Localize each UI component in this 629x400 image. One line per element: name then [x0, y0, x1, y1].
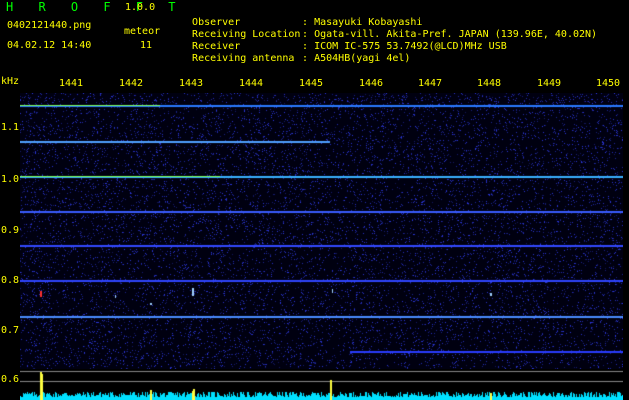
- freq-tick-label: 0.9: [1, 225, 20, 236]
- freq-tick-label: 0.6: [1, 374, 20, 385]
- minute-tick-label: 1446: [359, 78, 384, 89]
- freq-unit-label: kHz: [1, 76, 20, 87]
- minute-tick-label: 1447: [418, 78, 443, 89]
- info-label: Receiving antenna: [192, 53, 295, 64]
- minute-tick-label: 1442: [119, 78, 144, 89]
- freq-tick-label: 0.8: [1, 275, 20, 286]
- info-row-antenna: Receiving antenna : A504HB(yagi 4el): [180, 41, 410, 65]
- meteor-count: 11: [140, 40, 153, 51]
- info-value: : A504HB(yagi 4el): [302, 53, 411, 64]
- minute-tick-label: 1448: [477, 78, 502, 89]
- minute-tick-label: 1449: [537, 78, 562, 89]
- freq-tick-label: 1.0: [1, 174, 20, 185]
- minute-tick-label: 1441: [59, 78, 84, 89]
- timestamp: 04.02.12 14:40: [7, 40, 92, 51]
- meteor-label: meteor: [124, 26, 161, 37]
- spectrogram-canvas: [20, 93, 623, 369]
- amplitude-strip: [20, 369, 623, 400]
- minute-tick-label: 1445: [299, 78, 324, 89]
- freq-tick-label: 1.1: [1, 122, 20, 133]
- minute-tick-label: 1443: [179, 78, 204, 89]
- freq-tick-label: 0.7: [1, 325, 20, 336]
- app-title: H R O F F T: [6, 0, 185, 14]
- file-name: 0402121440.png: [7, 20, 92, 31]
- minute-tick-label: 1450: [596, 78, 621, 89]
- minute-tick-label: 1444: [239, 78, 264, 89]
- app-version: 1.0.0: [125, 2, 156, 13]
